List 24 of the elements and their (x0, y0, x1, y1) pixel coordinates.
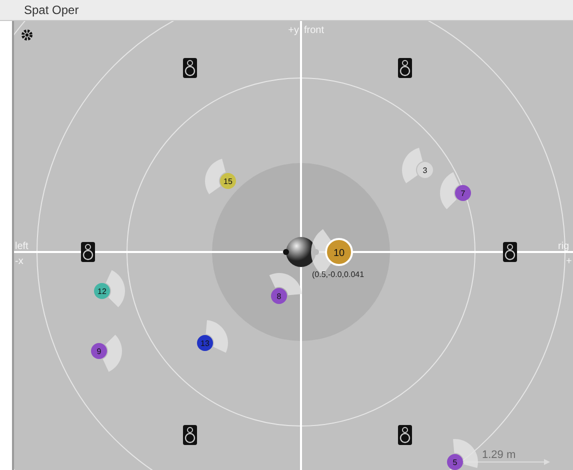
source-ball[interactable]: 7 (455, 185, 471, 201)
source-ball[interactable]: 12 (94, 283, 110, 299)
source-ball[interactable]: 9 (91, 343, 107, 359)
speaker-icon[interactable] (398, 425, 412, 445)
source-ball[interactable]: 8 (271, 288, 287, 304)
source-ball[interactable]: 3 (417, 162, 433, 178)
source-ball[interactable]: 5 (447, 454, 463, 470)
speaker-icon[interactable] (183, 425, 197, 445)
speaker-icon[interactable] (398, 58, 412, 78)
speaker-icon[interactable] (503, 242, 517, 262)
aperture-wedge (402, 148, 423, 184)
aperture-wedge (440, 172, 460, 210)
axis-label: + (566, 256, 572, 267)
settings-icon[interactable] (22, 30, 32, 40)
aperture-wedge (205, 158, 226, 194)
scale-label: 1.29 m (482, 449, 516, 461)
aperture-wedge (106, 270, 125, 308)
speaker-icon[interactable] (183, 58, 197, 78)
source-ball[interactable]: 15 (220, 173, 236, 189)
speaker-icon[interactable] (81, 242, 95, 262)
position-readout: (0.5,-0.0,0.041 (312, 270, 364, 279)
source-ball[interactable]: 13 (197, 335, 213, 351)
aperture-wedge (102, 334, 122, 372)
window-title: Spat Oper (24, 3, 79, 17)
